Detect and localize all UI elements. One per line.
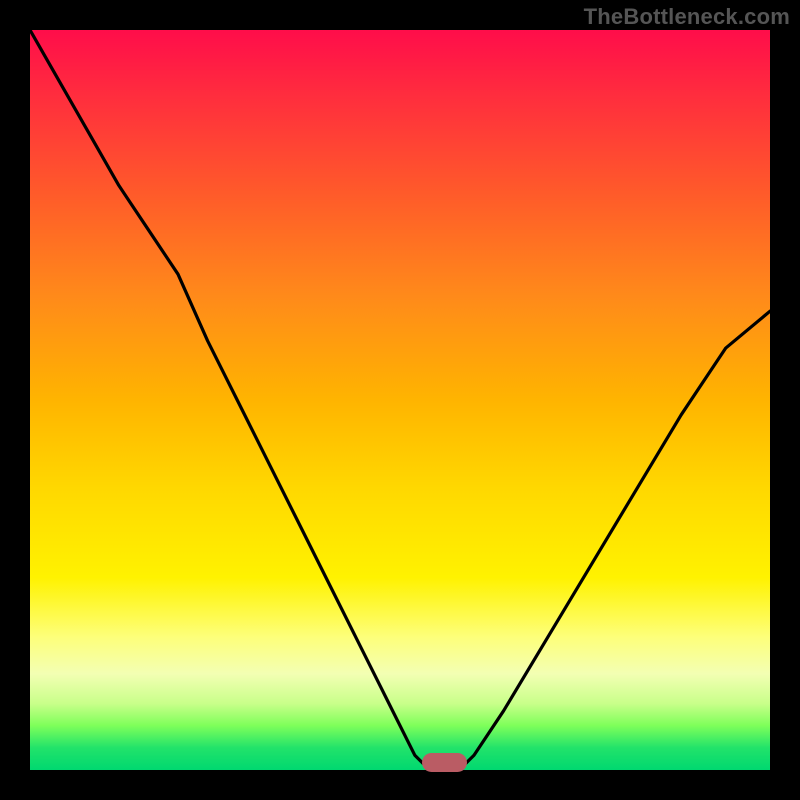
chart-frame: TheBottleneck.com [0,0,800,800]
bottleneck-curve [30,30,770,770]
optimum-marker [422,753,466,772]
curve-svg [30,30,770,770]
watermark-text: TheBottleneck.com [584,4,790,30]
plot-area [30,30,770,770]
